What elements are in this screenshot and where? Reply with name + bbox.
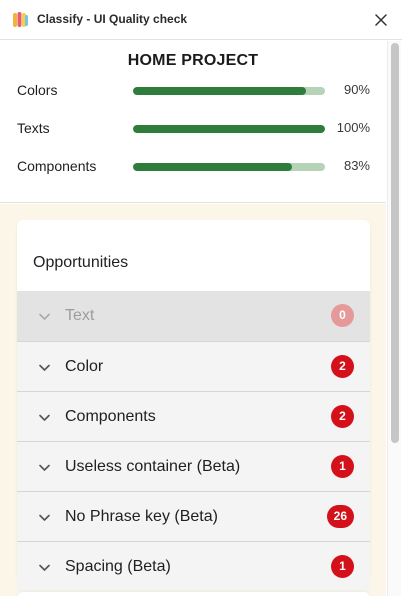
window-titlebar: Classify - UI Quality check [0,0,402,40]
opportunity-label: Text [65,307,95,324]
opportunity-row-components[interactable]: Components 2 [17,391,370,441]
opportunity-label: Color [65,358,104,375]
chevron-down-icon [39,414,50,421]
opportunities-card: Opportunities Text 0 Color 2 Components … [17,220,370,591]
metric-label: Components [17,158,97,174]
close-icon[interactable] [370,9,392,31]
count-badge: 2 [331,355,354,378]
components-progress-bar [133,163,325,171]
progress-fill [133,163,293,171]
next-card [17,592,370,596]
metric-texts: Texts 100% [0,117,386,141]
opportunity-label: Components [65,408,156,425]
metric-label: Colors [17,82,58,98]
opportunity-label: Useless container (Beta) [65,458,241,475]
metric-components: Components 83% [0,155,386,179]
chevron-down-icon [39,313,50,320]
metric-colors: Colors 90% [0,79,386,103]
colors-progress-bar [133,87,325,95]
content-area: Opportunities Text 0 Color 2 Components … [0,204,386,596]
count-badge: 1 [331,455,354,478]
opportunity-row-text[interactable]: Text 0 [17,291,370,341]
progress-fill [133,125,325,133]
count-badge: 1 [331,555,354,578]
chevron-down-icon [39,464,50,471]
metric-label: Texts [17,120,50,136]
chevron-down-icon [39,564,50,571]
count-badge: 26 [326,505,354,528]
opportunity-row-no-phrase-key[interactable]: No Phrase key (Beta) 26 [17,491,370,541]
count-badge: 2 [331,405,354,428]
opportunity-label: Spacing (Beta) [65,558,171,575]
progress-fill [133,87,306,95]
metric-value: 90% [343,82,370,97]
opportunity-label: No Phrase key (Beta) [65,508,218,525]
project-summary: HOME PROJECT Colors 90% Texts 100% Compo… [0,41,386,203]
opportunity-row-useless-container[interactable]: Useless container (Beta) 1 [17,441,370,491]
metric-value: 100% [336,120,370,135]
opportunity-row-spacing[interactable]: Spacing (Beta) 1 [17,541,370,591]
chevron-down-icon [39,364,50,371]
scrollbar[interactable] [387,41,401,596]
chevron-down-icon [39,514,50,521]
scrollbar-thumb[interactable] [391,43,399,443]
opportunities-list: Text 0 Color 2 Components 2 Useless cont… [17,291,370,591]
metric-value: 83% [343,158,370,173]
project-title: HOME PROJECT [127,52,259,69]
texts-progress-bar [133,125,325,133]
window-title: Classify - UI Quality check [37,12,188,26]
opportunity-row-color[interactable]: Color 2 [17,341,370,391]
count-badge: 0 [331,304,354,327]
opportunities-title: Opportunities [33,254,129,271]
classify-logo-icon [13,12,28,27]
